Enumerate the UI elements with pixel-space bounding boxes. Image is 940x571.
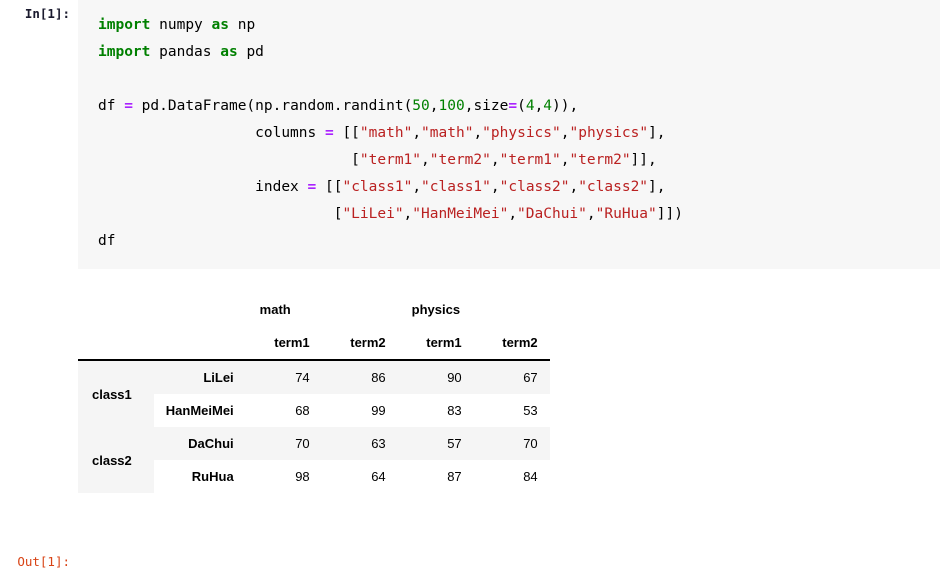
token-string-hanmeimei: "HanMeiMei" <box>412 206 509 222</box>
token-number-4a: 4 <box>525 98 535 114</box>
data-cell: 99 <box>321 394 398 427</box>
data-cell: 83 <box>397 394 474 427</box>
data-cell: 63 <box>321 427 398 460</box>
code-cell[interactable]: In[1]: import numpy as np import pandas … <box>0 0 940 269</box>
data-cell: 87 <box>397 460 474 493</box>
index-cell-name: RuHua <box>153 460 246 493</box>
token-module-pandas: pandas <box>159 44 212 60</box>
data-cell: 86 <box>321 360 398 394</box>
column-header-math-term2: term2 <box>321 326 398 361</box>
token-kwarg-columns: columns <box>255 125 317 141</box>
token-keyword-as-2: as <box>220 44 238 60</box>
index-cell-name: HanMeiMei <box>153 394 246 427</box>
token-string-dachui: "DaChui" <box>517 206 587 222</box>
token-string-lilei: "LiLei" <box>342 206 404 222</box>
token-string-math-1: "math" <box>359 125 413 141</box>
index-cell-class: class2 <box>78 427 154 493</box>
data-cell: 84 <box>473 460 550 493</box>
token-keyword-as: as <box>211 17 229 33</box>
token-number-50: 50 <box>412 98 430 114</box>
token-call-dataframe: pd.DataFrame(np.random.randint( <box>141 98 413 114</box>
token-string-physics-2: "physics" <box>569 125 649 141</box>
token-operator-assign-columns: = <box>324 125 334 141</box>
token-keyword-import-2: import <box>98 44 151 60</box>
token-kwarg-index: index <box>255 179 299 195</box>
dataframe-output: math physics term1 term2 term1 term2 cla <box>78 269 940 493</box>
table-head: math physics term1 term2 term1 term2 <box>78 293 550 361</box>
token-var-df-echo: df <box>98 233 116 249</box>
index-corner-level1 <box>153 293 246 326</box>
data-cell: 67 <box>473 360 550 394</box>
dataframe-table: math physics term1 term2 term1 term2 cla <box>78 293 550 493</box>
index-cell-class: class1 <box>78 360 154 427</box>
code-editor[interactable]: import numpy as np import pandas as pd d… <box>78 0 940 269</box>
data-cell: 90 <box>397 360 474 394</box>
table-row: class1 LiLei 74 86 90 67 <box>78 360 550 427</box>
data-cell: 70 <box>245 427 322 460</box>
notebook: In[1]: import numpy as np import pandas … <box>0 0 940 569</box>
column-group-math: math <box>245 293 398 326</box>
token-string-math-2: "math" <box>421 125 474 141</box>
table-row: class2 DaChui 70 63 57 70 <box>78 427 550 493</box>
code-source[interactable]: import numpy as np import pandas as pd d… <box>98 12 930 255</box>
data-cell: 57 <box>397 427 474 460</box>
token-kwarg-size: size <box>473 98 509 114</box>
column-header-physics-term2: term2 <box>473 326 550 361</box>
index-corner-level0 <box>78 293 154 326</box>
token-operator-assign: = <box>124 98 133 114</box>
token-operator-assign-size: = <box>508 98 518 114</box>
token-keyword-import: import <box>98 17 151 33</box>
token-alias-pd: pd <box>246 44 264 60</box>
token-string-class1-1: "class1" <box>342 179 413 195</box>
data-cell: 74 <box>245 360 322 394</box>
index-cell-name: DaChui <box>153 427 246 460</box>
data-cell: 64 <box>321 460 398 493</box>
token-operator-assign-index: = <box>307 179 317 195</box>
token-alias-np: np <box>237 17 256 33</box>
column-header-physics-term1: term1 <box>397 326 474 361</box>
token-string-term2-2: "term2" <box>569 152 631 168</box>
token-string-class2-2: "class2" <box>578 179 649 195</box>
index-name-level0 <box>78 326 154 361</box>
table-body: class1 LiLei 74 86 90 67 HanMeiMei 68 99… <box>78 360 550 493</box>
token-number-4b: 4 <box>543 98 553 114</box>
column-header-math-term1: term1 <box>245 326 322 361</box>
token-string-ruhua: "RuHua" <box>595 206 657 222</box>
index-name-level1 <box>153 326 246 361</box>
token-string-term1-1: "term1" <box>359 152 422 168</box>
token-string-term1-2: "term1" <box>499 152 561 168</box>
token-string-term2-1: "term2" <box>429 152 491 168</box>
data-cell: 98 <box>245 460 322 493</box>
column-group-header-row: math physics <box>78 293 550 326</box>
column-group-physics: physics <box>397 293 550 326</box>
token-number-100: 100 <box>438 98 465 114</box>
data-cell: 70 <box>473 427 550 460</box>
data-cell: 68 <box>245 394 322 427</box>
column-subheader-row: term1 term2 term1 term2 <box>78 326 550 361</box>
token-string-class1-2: "class1" <box>421 179 491 195</box>
token-string-physics-1: "physics" <box>482 125 561 141</box>
input-prompt-label: In[1]: <box>24 6 70 21</box>
output-prompt-label: Out[1]: <box>17 554 70 569</box>
output-cell: Out[1]: math physics term1 term2 term1 t… <box>0 269 940 569</box>
data-cell: 53 <box>473 394 550 427</box>
token-var-df: df <box>98 98 116 114</box>
index-cell-name: LiLei <box>153 360 246 394</box>
token-module-numpy: numpy <box>159 17 203 33</box>
token-string-class2-1: "class2" <box>499 179 570 195</box>
